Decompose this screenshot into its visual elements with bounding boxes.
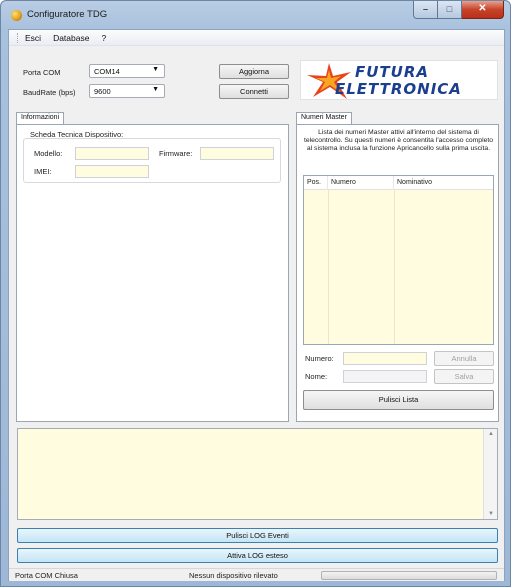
column-divider <box>328 190 329 344</box>
log-textarea[interactable]: ▲ ▼ <box>17 428 498 520</box>
porta-com-label: Porta COM <box>23 68 61 77</box>
list-header: Pos. Numero Nominativo <box>304 176 493 190</box>
minimize-icon: – <box>422 4 428 14</box>
baudrate-label: BaudRate (bps) <box>23 88 76 97</box>
chevron-down-icon: ▼ <box>152 66 159 73</box>
salva-button[interactable]: Salva <box>434 369 494 384</box>
window-controls: – □ ✕ <box>413 1 504 19</box>
scheda-tecnica-group <box>23 138 281 183</box>
numero-label: Numero: <box>305 354 334 363</box>
imei-label: IMEI: <box>34 167 52 176</box>
logo-line1: FUTURA <box>355 63 429 81</box>
status-bar: Porta COM Chiusa Nessun dispositivo rile… <box>9 568 504 581</box>
informazioni-panel: Scheda Tecnica Dispositivo: Modello: Fir… <box>16 124 289 422</box>
nome-field[interactable] <box>343 370 427 383</box>
menu-grip <box>17 32 19 43</box>
close-icon: ✕ <box>478 3 487 14</box>
baudrate-select[interactable]: 9600 ▼ <box>89 84 165 98</box>
device-status: Nessun dispositivo rilevato <box>189 571 278 580</box>
annulla-button[interactable]: Annulla <box>434 351 494 366</box>
connetti-button[interactable]: Connetti <box>219 84 289 99</box>
menu-bar: Esci Database ? <box>9 30 504 46</box>
pulisci-log-button[interactable]: Pulisci LOG Eventi <box>17 528 498 543</box>
logo-line2: ELETTRONICA <box>335 80 462 98</box>
aggiorna-button[interactable]: Aggiorna <box>219 64 289 79</box>
minimize-button[interactable]: – <box>413 1 438 19</box>
porta-com-value: COM14 <box>94 67 120 76</box>
attiva-log-button[interactable]: Attiva LOG esteso <box>17 548 498 563</box>
app-icon <box>11 10 22 21</box>
client-area: Esci Database ? Porta COM COM14 ▼ BaudRa… <box>8 29 505 581</box>
menu-help[interactable]: ? <box>101 33 106 43</box>
chevron-down-icon: ▼ <box>152 86 159 93</box>
numero-field[interactable] <box>343 352 427 365</box>
column-divider <box>394 190 395 344</box>
column-header-nominativo[interactable]: Nominativo <box>394 176 493 190</box>
progress-bar <box>321 571 497 580</box>
scroll-up-icon[interactable]: ▲ <box>484 431 498 437</box>
port-status: Porta COM Chiusa <box>15 571 78 580</box>
porta-com-select[interactable]: COM14 ▼ <box>89 64 165 78</box>
application-window: Configuratore TDG – □ ✕ Esci Database ? … <box>0 0 511 587</box>
baudrate-value: 9600 <box>94 87 111 96</box>
modello-label: Modello: <box>34 149 63 158</box>
nome-label: Nome: <box>305 372 328 381</box>
firmware-label: Firmware: <box>159 149 193 158</box>
close-button[interactable]: ✕ <box>462 1 504 19</box>
numeri-master-list[interactable]: Pos. Numero Nominativo <box>303 175 494 345</box>
window-title: Configuratore TDG <box>27 9 108 20</box>
menu-database[interactable]: Database <box>53 33 89 43</box>
column-header-pos[interactable]: Pos. <box>304 176 328 190</box>
modello-field[interactable] <box>75 147 149 160</box>
numeri-master-panel: Lista dei numeri Master attivi all'inter… <box>296 124 499 422</box>
numeri-master-description: Lista dei numeri Master attivi all'inter… <box>303 129 494 153</box>
imei-field[interactable] <box>75 165 149 178</box>
firmware-field[interactable] <box>200 147 274 160</box>
company-logo: FUTURA ELETTRONICA <box>300 60 498 100</box>
column-header-numero[interactable]: Numero <box>328 176 394 190</box>
title-bar[interactable]: Configuratore TDG – □ ✕ <box>1 1 510 29</box>
log-scrollbar[interactable]: ▲ ▼ <box>483 429 497 519</box>
pulisci-lista-button[interactable]: Pulisci Lista <box>303 390 494 410</box>
scroll-down-icon[interactable]: ▼ <box>484 511 498 517</box>
maximize-icon: □ <box>446 4 453 14</box>
menu-esci[interactable]: Esci <box>25 33 41 43</box>
maximize-button[interactable]: □ <box>438 1 462 19</box>
